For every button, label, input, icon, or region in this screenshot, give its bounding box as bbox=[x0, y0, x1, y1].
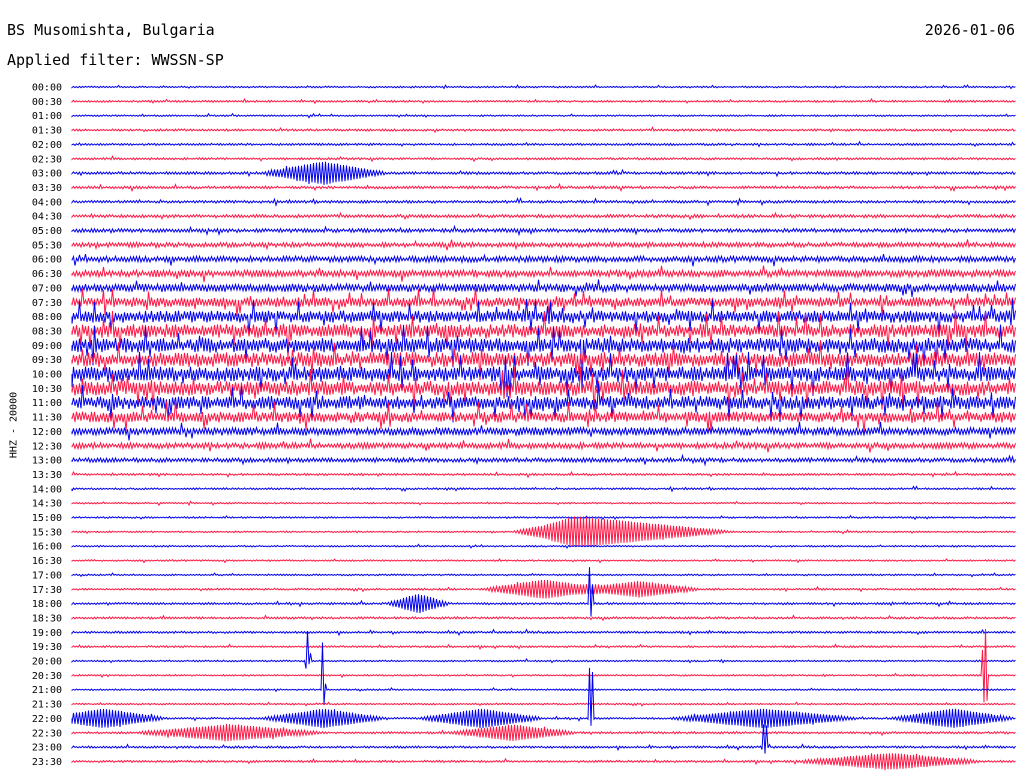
trace-row-1430 bbox=[71, 500, 1016, 507]
time-label-1100: 11:00 bbox=[32, 398, 62, 409]
time-label-0630: 06:30 bbox=[32, 269, 62, 280]
time-label-1830: 18:30 bbox=[32, 613, 62, 624]
trace-row-0100 bbox=[71, 112, 1016, 119]
time-label-2200: 22:00 bbox=[32, 714, 62, 725]
trace-row-1300 bbox=[71, 453, 1016, 467]
time-label-2030: 20:30 bbox=[32, 671, 62, 682]
time-label-1000: 10:00 bbox=[32, 370, 62, 381]
trace-row-1330 bbox=[71, 470, 1016, 479]
trace-row-0430 bbox=[71, 211, 1016, 221]
trace-row-0530 bbox=[71, 239, 1016, 251]
trace-row-0630 bbox=[71, 265, 1016, 283]
trace-row-0500 bbox=[71, 224, 1016, 237]
time-label-0200: 02:00 bbox=[32, 140, 62, 151]
time-label-1930: 19:30 bbox=[32, 642, 62, 653]
time-label-2300: 23:00 bbox=[32, 743, 62, 754]
trace-row-0300 bbox=[71, 161, 1016, 185]
trace-row-1500 bbox=[71, 514, 1016, 521]
time-label-1230: 12:30 bbox=[32, 441, 62, 452]
trace-row-0000 bbox=[71, 84, 1016, 90]
time-label-1530: 15:30 bbox=[32, 527, 62, 538]
time-label-1400: 14:00 bbox=[32, 484, 62, 495]
trace-row-1200 bbox=[71, 421, 1016, 441]
trace-row-0200 bbox=[71, 140, 1016, 148]
time-label-0700: 07:00 bbox=[32, 283, 62, 294]
time-label-0300: 03:00 bbox=[32, 169, 62, 180]
time-label-1600: 16:00 bbox=[32, 542, 62, 553]
trace-row-0700 bbox=[71, 279, 1016, 297]
trace-row-1400 bbox=[71, 485, 1016, 493]
trace-row-2000 bbox=[71, 630, 1016, 669]
time-label-1330: 13:30 bbox=[32, 470, 62, 481]
trace-row-2030 bbox=[71, 628, 1016, 703]
trace-row-0600 bbox=[71, 253, 1016, 267]
trace-row-1600 bbox=[71, 543, 1016, 549]
time-label-0530: 05:30 bbox=[32, 240, 62, 251]
time-label-1300: 13:00 bbox=[32, 456, 62, 467]
time-label-0030: 00:30 bbox=[32, 97, 62, 108]
time-label-0130: 01:30 bbox=[32, 126, 62, 137]
trace-row-2130 bbox=[71, 701, 1016, 707]
trace-row-1730 bbox=[71, 579, 1016, 599]
time-label-0000: 00:00 bbox=[32, 83, 62, 94]
time-label-0730: 07:30 bbox=[32, 298, 62, 309]
time-label-1730: 17:30 bbox=[32, 585, 62, 596]
time-label-0900: 09:00 bbox=[32, 341, 62, 352]
time-label-0430: 04:30 bbox=[32, 212, 62, 223]
trace-row-2330 bbox=[71, 753, 1016, 771]
time-label-0400: 04:00 bbox=[32, 197, 62, 208]
time-label-0830: 08:30 bbox=[32, 326, 62, 337]
trace-row-2230 bbox=[71, 723, 1016, 742]
time-label-1700: 17:00 bbox=[32, 570, 62, 581]
time-label-2100: 21:00 bbox=[32, 685, 62, 696]
time-label-1030: 10:30 bbox=[32, 384, 62, 395]
trace-row-0030 bbox=[71, 97, 1016, 105]
trace-row-1630 bbox=[71, 558, 1016, 564]
trace-row-1930 bbox=[71, 643, 1016, 651]
time-label-0930: 09:30 bbox=[32, 355, 62, 366]
time-label-0230: 02:30 bbox=[32, 154, 62, 165]
time-label-2130: 21:30 bbox=[32, 700, 62, 711]
time-label-0600: 06:00 bbox=[32, 255, 62, 266]
time-label-0800: 08:00 bbox=[32, 312, 62, 323]
time-label-1800: 18:00 bbox=[32, 599, 62, 610]
time-label-1900: 19:00 bbox=[32, 628, 62, 639]
time-label-2000: 20:00 bbox=[32, 657, 62, 668]
trace-row-1230 bbox=[71, 438, 1016, 453]
time-label-1500: 15:00 bbox=[32, 513, 62, 524]
time-label-0500: 05:00 bbox=[32, 226, 62, 237]
time-label-0100: 01:00 bbox=[32, 111, 62, 122]
trace-row-0330 bbox=[71, 182, 1016, 193]
time-label-2330: 23:30 bbox=[32, 757, 62, 768]
trace-row-2200 bbox=[71, 667, 1016, 729]
time-label-1630: 16:30 bbox=[32, 556, 62, 567]
seismogram-chart: 00:00 00:30 01:00 01:30 02:00 02:30 03:00 03:30… bbox=[32, 83, 1016, 771]
trace-row-1700 bbox=[71, 572, 1016, 578]
trace-row-0400 bbox=[71, 197, 1016, 208]
trace-row-1530 bbox=[71, 516, 1016, 548]
time-label-1130: 11:30 bbox=[32, 413, 62, 424]
trace-row-2100 bbox=[71, 642, 1016, 705]
time-label-0330: 03:30 bbox=[32, 183, 62, 194]
trace-row-1830 bbox=[71, 614, 1016, 622]
trace-row-1900 bbox=[71, 628, 1016, 637]
time-label-1430: 14:30 bbox=[32, 499, 62, 510]
time-label-2230: 22:30 bbox=[32, 728, 62, 739]
trace-row-0230 bbox=[71, 154, 1016, 163]
trace-row-0130 bbox=[71, 126, 1016, 134]
time-label-1200: 12:00 bbox=[32, 427, 62, 438]
